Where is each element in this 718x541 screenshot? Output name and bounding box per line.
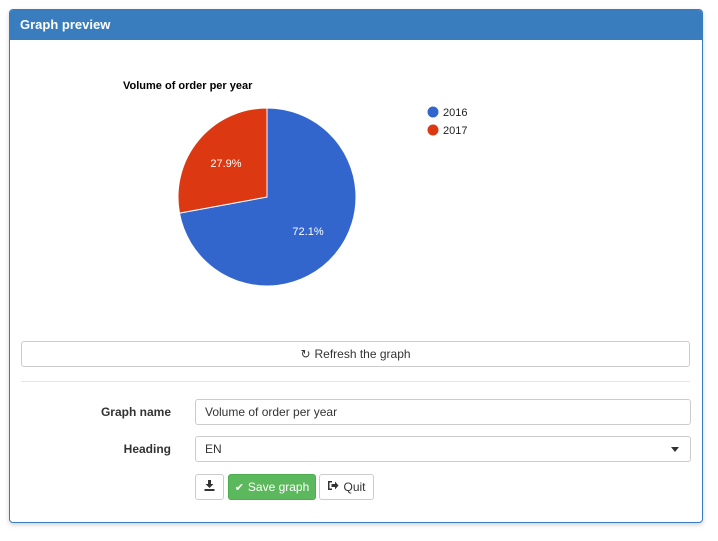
heading-select-value: EN [205, 442, 222, 456]
legend-marker-2017 [427, 124, 439, 136]
heading-label: Heading [123, 442, 171, 456]
refresh-icon: ↻ [300, 347, 311, 361]
pie-slice-label-2016: 72.1% [292, 226, 323, 238]
quit-button[interactable]: Quit [319, 474, 374, 500]
pie-chart: Volume of order per year 72.1% 27.9% 2016… [123, 80, 467, 287]
refresh-graph-button[interactable]: ↻ Refresh the graph [21, 341, 690, 367]
panel-title: Graph preview [10, 10, 702, 40]
download-icon [204, 480, 215, 494]
download-button[interactable] [195, 474, 224, 500]
legend-label-2017: 2017 [443, 125, 467, 137]
sign-out-icon [327, 480, 339, 494]
save-graph-label: Save graph [247, 480, 310, 494]
legend-marker-2016 [427, 106, 439, 118]
pie-chart-area: Volume of order per year 72.1% 27.9% 2016… [10, 40, 702, 340]
pie-slice-label-2017: 27.9% [210, 158, 241, 170]
graph-preview-panel: Graph preview Volume of order per year 7… [9, 9, 703, 523]
check-icon: ✔ [234, 481, 244, 494]
chart-title: Volume of order per year [123, 80, 253, 92]
divider [21, 381, 690, 382]
graph-name-input[interactable] [195, 399, 691, 425]
legend-label-2016: 2016 [443, 107, 467, 119]
heading-select[interactable]: EN [195, 436, 691, 462]
caret-down-icon [671, 446, 679, 452]
refresh-graph-label: Refresh the graph [314, 347, 411, 361]
save-graph-button[interactable]: ✔ Save graph [228, 474, 316, 500]
quit-label: Quit [343, 480, 366, 494]
graph-name-label: Graph name [100, 405, 171, 419]
